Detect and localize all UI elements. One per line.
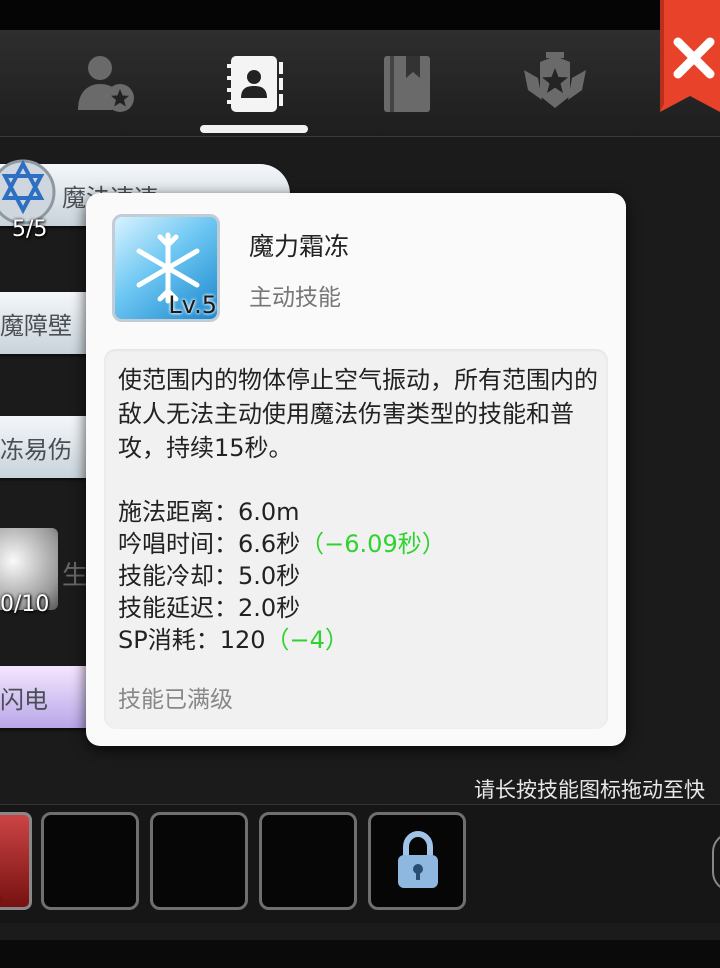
skill-list-item-label: 闪电	[0, 686, 48, 714]
tab-bar	[0, 30, 720, 137]
skill-list-item-label: 魔障壁	[0, 312, 72, 340]
user-star-icon	[78, 56, 134, 112]
hotbar-slot[interactable]	[41, 812, 139, 910]
equipped-skill-level: 1	[0, 881, 2, 905]
tab-rank[interactable]	[520, 52, 590, 116]
skill-list-item-label: 生	[62, 561, 89, 591]
skill-detail-popup: Lv.5 魔力霜冻 主动技能 使范围内的物体停止空气振动，所有范围内的敌人无法主…	[86, 193, 626, 746]
tab-bookmark[interactable]	[372, 52, 442, 116]
hotbar-slot[interactable]	[150, 812, 248, 910]
bottom-strip	[0, 940, 720, 968]
skill-description: 使范围内的物体停止空气振动，所有范围内的敌人无法主动使用魔法伤害类型的技能和普攻…	[118, 366, 598, 462]
close-icon	[660, 0, 720, 112]
bookmark-book-icon	[384, 56, 430, 112]
skill-list-item-label: 冻易伤	[0, 436, 72, 464]
stat-cooldown: 技能冷却：5.0秒	[118, 562, 301, 590]
tab-character[interactable]	[72, 52, 142, 116]
skill-name: 魔力霜冻	[249, 232, 350, 261]
skill-level: Lv.5	[168, 291, 217, 319]
hotbar-slot-locked[interactable]	[368, 812, 466, 910]
skill-stats: 施法距离：6.0m 吟唱时间：6.6秒（−6.09秒） 技能冷却：5.0秒 技能…	[118, 496, 446, 656]
contact-book-icon	[227, 56, 283, 112]
active-tab-indicator	[200, 125, 308, 133]
lock-icon	[398, 831, 438, 888]
skill-icon: Lv.5	[112, 214, 220, 322]
hotbar-slot[interactable]	[259, 812, 357, 910]
top-bar	[0, 0, 720, 30]
stat-bonus: （−4）	[265, 626, 349, 654]
winged-star-emblem-icon	[524, 52, 586, 108]
stat-bonus: （−6.09秒）	[300, 530, 446, 558]
tab-skills[interactable]	[219, 52, 289, 116]
close-button[interactable]	[656, 0, 720, 112]
skill-type: 主动技能	[249, 285, 341, 311]
stat-delay: 技能延迟：2.0秒	[118, 594, 301, 622]
stat-cast-range: 施法距离：6.0m	[118, 498, 300, 526]
stat-sp-cost: SP消耗：120（−4）	[118, 626, 349, 654]
skill-max-status: 技能已满级	[118, 687, 233, 713]
skill-description-box: 使范围内的物体停止空气振动，所有范围内的敌人无法主动使用魔法伤害类型的技能和普攻…	[104, 349, 608, 729]
hotbar-hint: 请长按技能图标拖动至快	[474, 778, 705, 802]
hotbar-slot-equipped[interactable]: 1	[0, 812, 32, 910]
skill-count: 5/5	[12, 217, 48, 242]
stat-cast-time: 吟唱时间：6.6秒（−6.09秒）	[118, 530, 446, 558]
skill-count: 0/10	[0, 592, 50, 617]
